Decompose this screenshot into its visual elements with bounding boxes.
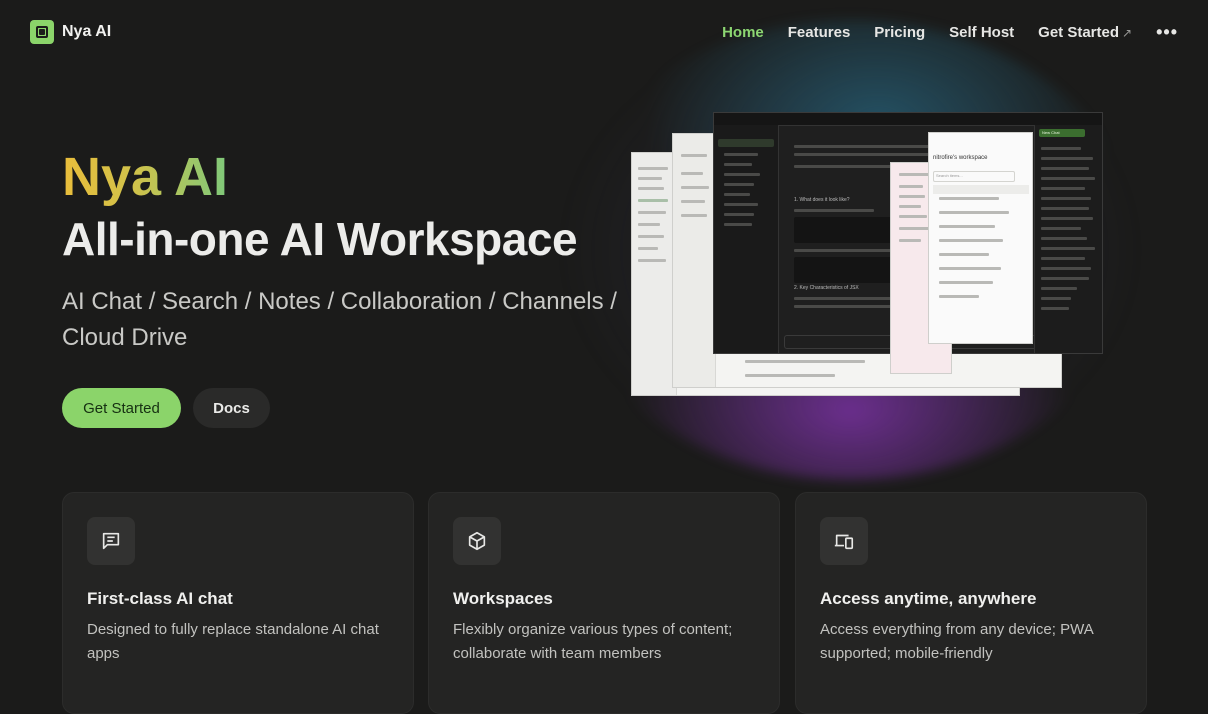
brand[interactable]: Nya AI bbox=[30, 20, 111, 44]
nya-logo-icon bbox=[30, 20, 54, 44]
nav-self-host[interactable]: Self Host bbox=[949, 24, 1014, 41]
preview-sidebar bbox=[632, 153, 677, 395]
nav-home[interactable]: Home bbox=[722, 24, 764, 41]
nav-get-started[interactable]: Get Started ↗ bbox=[1038, 24, 1132, 41]
chat-message-icon bbox=[87, 517, 135, 565]
hero-description: AI Chat / Search / Notes / Collaboration… bbox=[62, 288, 617, 351]
get-started-button[interactable]: Get Started bbox=[62, 388, 181, 428]
nav-get-started-label: Get Started bbox=[1038, 24, 1120, 41]
preview-search: Search items... bbox=[936, 173, 963, 178]
hero-subtitle: All-in-one AI Workspace bbox=[62, 213, 578, 265]
card-description: Designed to fully replace standalone AI … bbox=[87, 621, 379, 662]
devices-icon bbox=[820, 517, 868, 565]
preview-new-chat: New Chat bbox=[1042, 130, 1060, 135]
card-title: First-class AI chat bbox=[87, 589, 233, 608]
brand-name: Nya AI bbox=[62, 23, 112, 40]
more-menu-icon[interactable]: ••• bbox=[1156, 22, 1178, 43]
top-nav: Home Features Pricing Self Host Get Star… bbox=[722, 22, 1178, 43]
card-title: Workspaces bbox=[453, 589, 553, 608]
preview-heading-1: 1. What does it look like? bbox=[794, 197, 850, 203]
docs-button[interactable]: Docs bbox=[193, 388, 270, 428]
preview-workspace-name: nitrofire's workspace bbox=[933, 155, 988, 161]
preview-workspace-panel: nitrofire's workspace Search items... bbox=[928, 132, 1033, 344]
card-title: Access anytime, anywhere bbox=[820, 589, 1037, 608]
external-link-icon: ↗ bbox=[1122, 26, 1133, 40]
preview-heading-2: 2. Key Characteristics of JSX bbox=[794, 285, 859, 291]
cube-icon bbox=[453, 517, 501, 565]
hero-title: Nya AI bbox=[62, 147, 229, 207]
card-description: Access everything from any device; PWA s… bbox=[820, 621, 1093, 662]
nav-pricing[interactable]: Pricing bbox=[874, 24, 925, 41]
nav-features[interactable]: Features bbox=[788, 24, 851, 41]
card-description: Flexibly organize various types of conte… bbox=[453, 621, 733, 662]
